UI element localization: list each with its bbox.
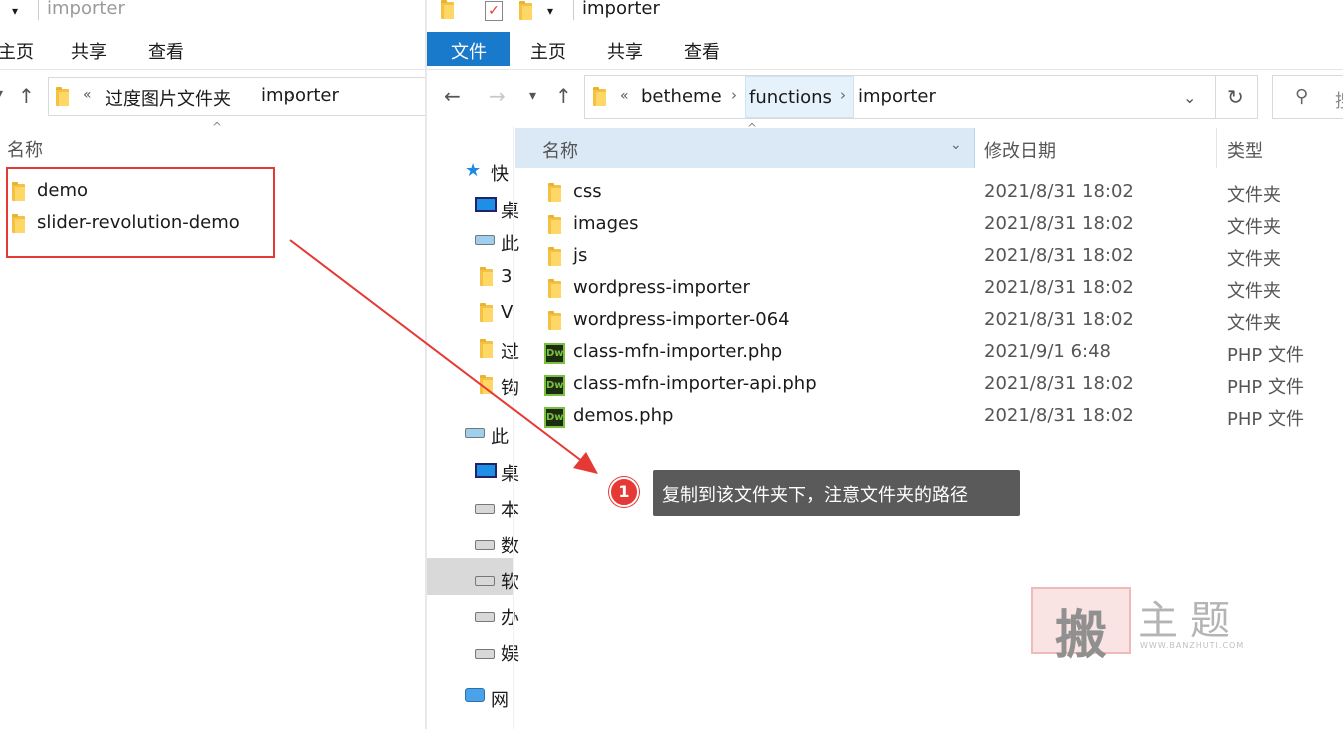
arrow-head [573,452,598,474]
watermark-url: WWW.BANZHUTI.COM [1140,641,1245,650]
watermark-seal: 搬 [1031,587,1131,666]
callout-text: 复制到该文件夹下，注意文件夹的路径 [662,485,968,506]
step-number: 1 [618,482,630,501]
watermark-text: 主题 [1138,598,1242,644]
callout-tooltip: 复制到该文件夹下，注意文件夹的路径 [653,470,1020,516]
watermark-seal-glyph: 搬 [1055,605,1108,666]
arrow-line [289,239,584,463]
watermark-logo: 搬 主题 WWW.BANZHUTI.COM [1030,586,1330,666]
step-badge: 1 [609,477,639,507]
